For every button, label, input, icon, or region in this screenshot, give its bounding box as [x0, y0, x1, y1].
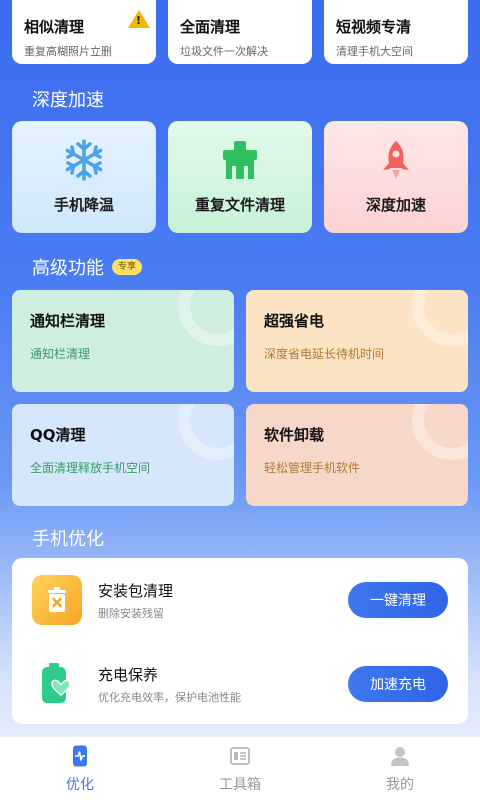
optimize-item-text: 安装包清理 删除安装残留	[98, 580, 348, 621]
speed-charge-button[interactable]: 加速充电	[348, 666, 448, 702]
optimize-item-text: 充电保养 优化充电效率，保护电池性能	[98, 664, 348, 705]
advanced-card-qq-clean[interactable]: QQ清理 全面清理释放手机空间	[12, 404, 234, 506]
advanced-card-power-saving[interactable]: 超强省电 深度省电延长待机时间	[246, 290, 468, 392]
tab-label: 我的	[386, 776, 414, 793]
advanced-card-app-uninstall[interactable]: 软件卸载 轻松管理手机软件	[246, 404, 468, 506]
warning-icon: !	[128, 10, 150, 28]
advanced-card-subtitle: 通知栏清理	[30, 347, 91, 361]
top-card-subtitle: 重复高糊照片立删	[24, 45, 112, 58]
rocket-icon	[383, 141, 409, 179]
decorative-ring	[412, 404, 468, 460]
tab-profile[interactable]: 我的	[320, 737, 480, 800]
optimize-item-title: 安装包清理	[98, 581, 174, 600]
deep-accelerate-row: 手机降温 重复文件清理 深度加速	[12, 121, 468, 233]
pro-badge: 专享	[112, 259, 143, 275]
deep-card-cooling[interactable]: 手机降温	[12, 121, 156, 233]
top-card-title: 短视频专清	[336, 18, 412, 36]
tab-label: 工具箱	[219, 776, 261, 793]
top-card-subtitle: 垃圾文件一次解决	[180, 45, 268, 58]
optimize-item-apk-clean: 安装包清理 删除安装残留 一键清理	[32, 572, 448, 628]
optimize-item-subtitle: 删除安装残留	[98, 606, 164, 620]
tab-toolbox[interactable]: 工具箱	[160, 737, 320, 800]
top-card-subtitle: 清理手机大空间	[336, 45, 413, 58]
section-title-deep: 深度加速	[32, 90, 104, 111]
advanced-card-notification-clean[interactable]: 通知栏清理 通知栏清理	[12, 290, 234, 392]
top-cards: 相似清理 重复高糊照片立删 ! 全面清理 垃圾文件一次解决 短视频专清 清理手机…	[12, 0, 468, 64]
decorative-ring	[178, 404, 234, 460]
advanced-grid: 通知栏清理 通知栏清理 超强省电 深度省电延长待机时间 QQ清理 全面清理释放手…	[12, 290, 468, 506]
toolbox-icon	[230, 746, 250, 765]
optimize-item-title: 充电保养	[98, 665, 159, 684]
optimize-item-subtitle: 优化充电效率，保护电池性能	[98, 690, 241, 704]
deep-card-label: 深度加速	[365, 196, 426, 214]
top-card-video-clean[interactable]: 短视频专清 清理手机大空间	[324, 0, 468, 64]
top-card-title: 相似清理	[24, 18, 85, 36]
battery-heart-icon	[32, 659, 82, 709]
tab-optimize[interactable]: 优化	[0, 737, 160, 800]
decorative-ring	[178, 290, 234, 346]
phone-pulse-icon	[73, 745, 87, 766]
deep-card-label: 重复文件清理	[194, 196, 285, 214]
advanced-card-subtitle: 全面清理释放手机空间	[30, 461, 151, 475]
deep-card-duplicate-files[interactable]: 重复文件清理	[168, 121, 312, 233]
top-card-title: 全面清理	[180, 18, 241, 36]
optimize-item-charge-care: 充电保养 优化充电效率，保护电池性能 加速充电	[32, 656, 448, 712]
optimize-panel: 安装包清理 删除安装残留 一键清理 充电保养 优化充电效率，保护电池性能 加速充…	[12, 558, 468, 724]
top-card-similar-clean[interactable]: 相似清理 重复高糊照片立删 !	[12, 0, 156, 64]
section-title-text: 高级功能	[32, 258, 104, 279]
advanced-card-subtitle: 轻松管理手机软件	[264, 461, 361, 475]
top-card-full-clean[interactable]: 全面清理 垃圾文件一次解决	[168, 0, 312, 64]
bottom-tab-bar: 优化 工具箱 我的	[0, 736, 480, 800]
one-click-clean-button[interactable]: 一键清理	[348, 582, 448, 618]
section-title-optimize: 手机优化	[32, 529, 104, 550]
snowflake-icon	[65, 139, 103, 181]
decorative-ring	[412, 290, 468, 346]
user-icon	[391, 746, 409, 766]
duplicate-file-icon	[223, 141, 257, 179]
trash-bin-icon	[32, 575, 82, 625]
advanced-card-subtitle: 深度省电延长待机时间	[264, 347, 385, 361]
deep-card-deep-accelerate[interactable]: 深度加速	[324, 121, 468, 233]
tab-label: 优化	[66, 776, 94, 793]
deep-card-label: 手机降温	[53, 196, 114, 214]
section-title-advanced: 高级功能 专享	[32, 254, 143, 280]
